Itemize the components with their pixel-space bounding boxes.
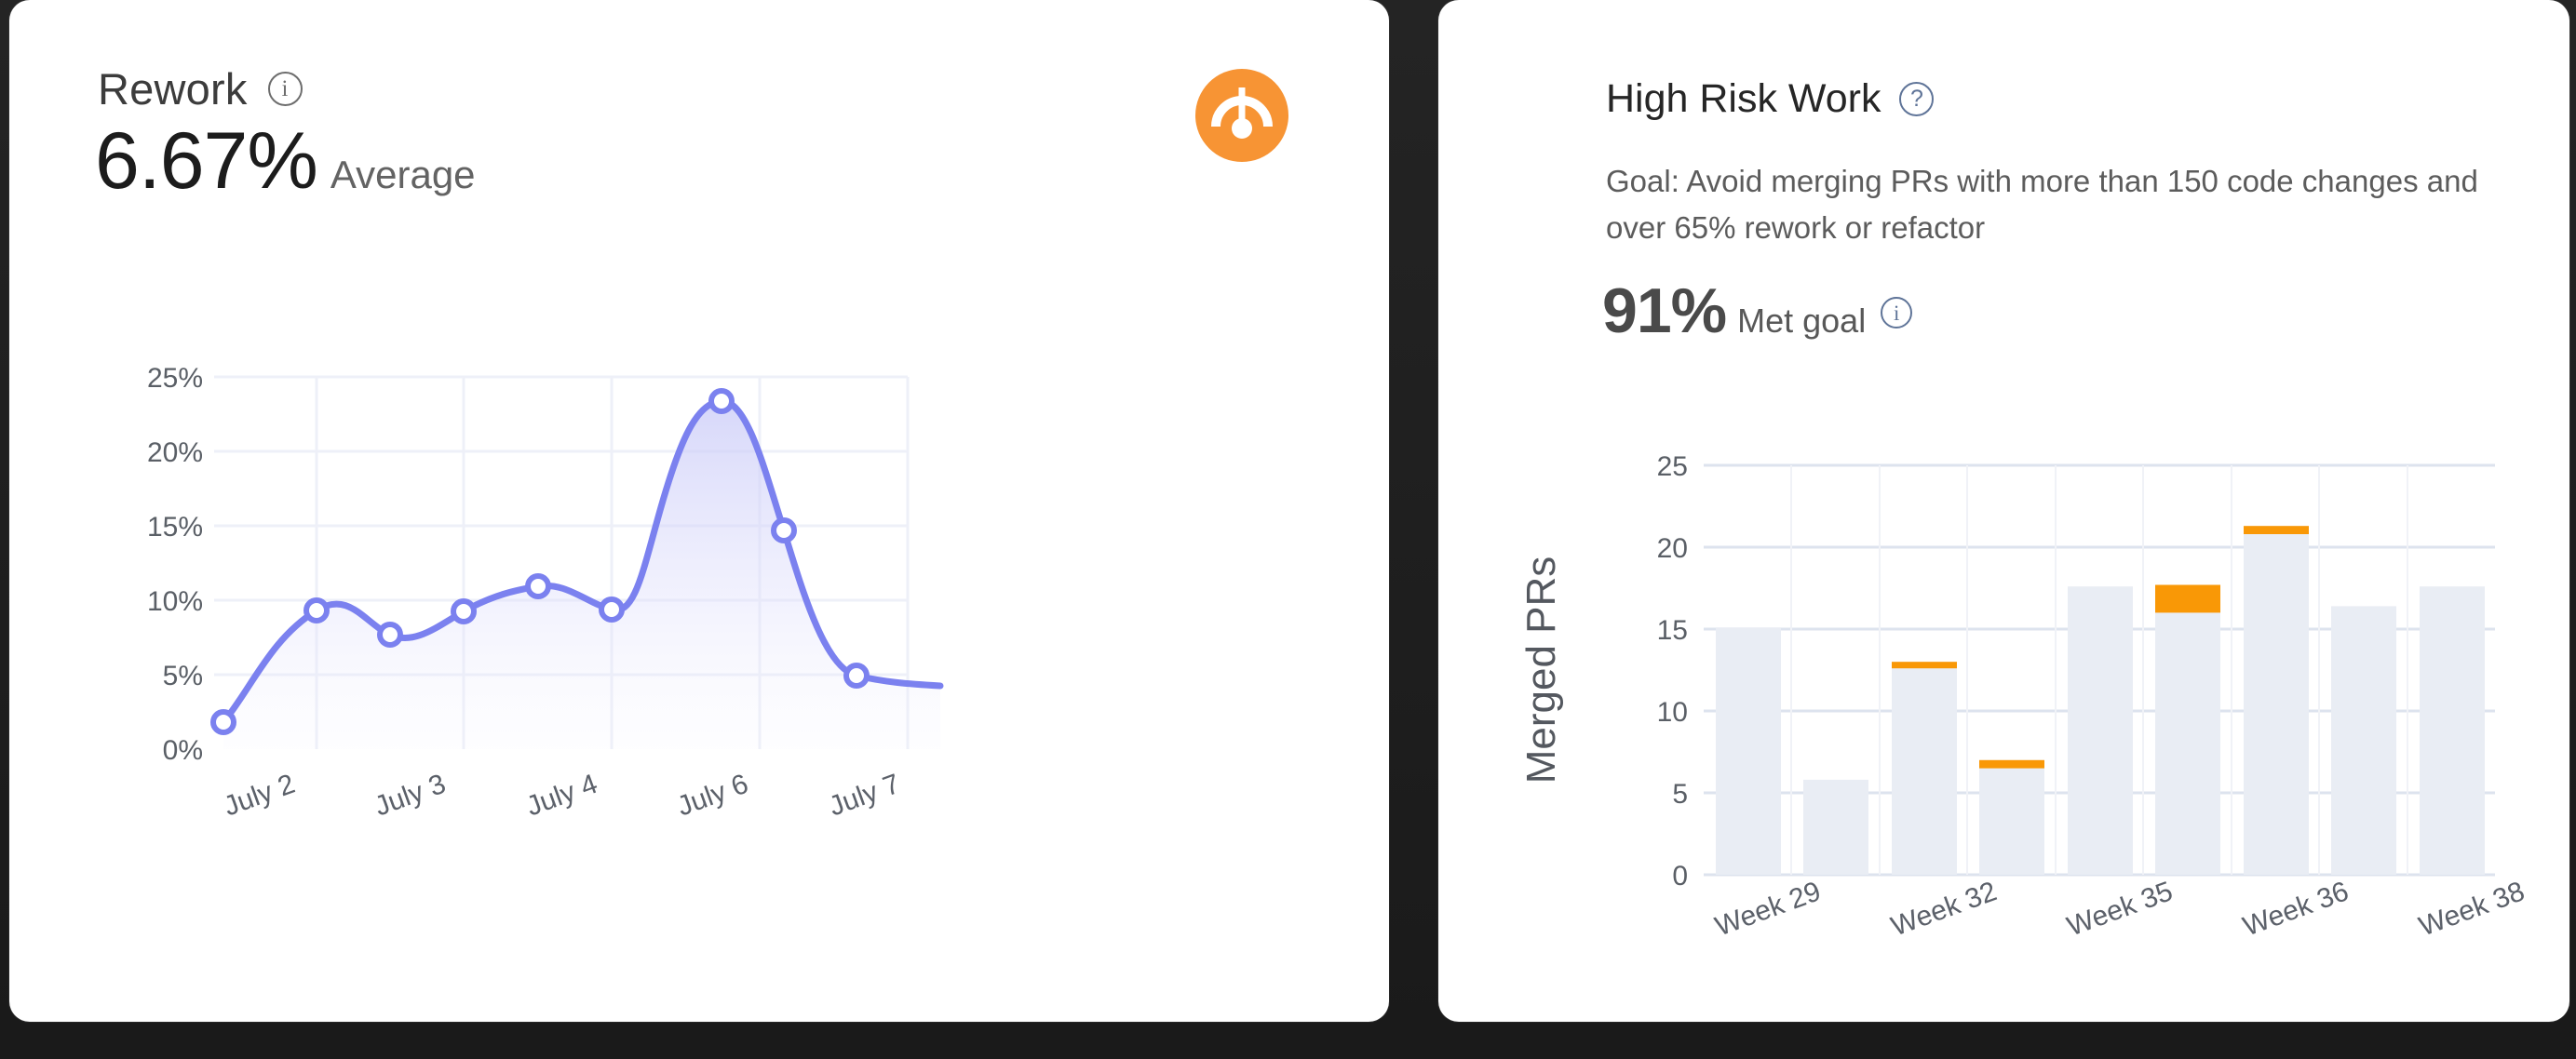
bar bbox=[2420, 586, 2485, 875]
rework-value-row: 6.67% Average bbox=[95, 121, 476, 201]
bar bbox=[2068, 586, 2133, 875]
data-point bbox=[599, 597, 625, 623]
data-point bbox=[451, 598, 477, 624]
svg-text:5%: 5% bbox=[163, 661, 203, 691]
high-risk-value-row: 91% Met goal i bbox=[1602, 275, 1913, 346]
bar bbox=[1979, 759, 2044, 875]
high-risk-value-suffix: Met goal bbox=[1737, 302, 1867, 340]
svg-text:15: 15 bbox=[1657, 615, 1688, 646]
data-point bbox=[303, 597, 330, 623]
bar bbox=[1803, 779, 1868, 875]
svg-text:25: 25 bbox=[1657, 451, 1688, 482]
high-risk-header: High Risk Work ? bbox=[1606, 76, 1935, 121]
high-risk-goal-text: Goal: Avoid merging PRs with more than 1… bbox=[1606, 164, 2478, 246]
y-axis-ticks: 25 20 15 10 5 0 bbox=[1657, 451, 1688, 891]
svg-text:July 4: July 4 bbox=[522, 769, 601, 823]
svg-text:10: 10 bbox=[1657, 697, 1688, 728]
dashboard-root: Rework i 6.67% Average 25% 20% 15% 10% 5… bbox=[0, 0, 2576, 1059]
high-risk-segment bbox=[1979, 759, 2044, 769]
data-point bbox=[708, 388, 735, 414]
high-risk-segment bbox=[2155, 584, 2220, 613]
rework-value: 6.67% bbox=[95, 116, 318, 206]
svg-text:July 7: July 7 bbox=[825, 769, 904, 823]
data-point bbox=[210, 709, 236, 735]
svg-text:0: 0 bbox=[1672, 861, 1688, 891]
svg-text:Week 29: Week 29 bbox=[1711, 876, 1825, 942]
info-icon[interactable]: i bbox=[267, 72, 303, 106]
high-risk-bar-chart[interactable]: Merged PRs 25 20 15 10 5 0 Week 29 Week … bbox=[1504, 409, 2537, 986]
svg-text:Week 38: Week 38 bbox=[2415, 876, 2529, 942]
rework-card: Rework i 6.67% Average 25% 20% 15% 10% 5… bbox=[9, 0, 1389, 1022]
bar-chart-y-axis-title: Merged PRs bbox=[1518, 556, 1564, 784]
svg-text:25%: 25% bbox=[147, 363, 203, 394]
x-axis-ticks: July 2 July 3 July 4 July 6 July 7 bbox=[220, 769, 904, 823]
svg-text:July 6: July 6 bbox=[673, 769, 752, 823]
svg-text:Week 32: Week 32 bbox=[1887, 876, 2001, 942]
high-risk-value: 91% bbox=[1602, 275, 1727, 346]
y-axis-ticks: 25% 20% 15% 10% 5% 0% bbox=[147, 363, 203, 766]
svg-text:Week 36: Week 36 bbox=[2239, 876, 2353, 942]
data-point bbox=[843, 663, 870, 689]
x-axis-ticks: Week 29 Week 32 Week 35 Week 36 Week 38 bbox=[1711, 876, 2529, 942]
bar bbox=[1892, 662, 1957, 875]
info-icon[interactable]: i bbox=[1881, 297, 1913, 328]
svg-text:15%: 15% bbox=[147, 512, 203, 543]
svg-text:July 2: July 2 bbox=[220, 769, 299, 823]
high-risk-segment bbox=[1892, 662, 1957, 669]
rework-line-chart[interactable]: 25% 20% 15% 10% 5% 0% July 2 July 3 July… bbox=[121, 358, 1322, 954]
svg-text:20%: 20% bbox=[147, 437, 203, 468]
rework-value-suffix: Average bbox=[330, 153, 476, 196]
data-point bbox=[377, 622, 403, 648]
gauge-icon bbox=[1195, 69, 1288, 162]
svg-text:5: 5 bbox=[1672, 779, 1688, 810]
high-risk-title: High Risk Work bbox=[1606, 76, 1881, 121]
svg-text:Week 35: Week 35 bbox=[2063, 876, 2177, 942]
area-fill bbox=[223, 400, 940, 749]
bar bbox=[1716, 627, 1781, 875]
bar bbox=[2244, 526, 2309, 875]
high-risk-card: High Risk Work ? Goal: Avoid merging PRs… bbox=[1438, 0, 2569, 1022]
rework-title: Rework bbox=[98, 64, 248, 114]
bar bbox=[2155, 584, 2220, 875]
bar bbox=[2331, 606, 2396, 875]
svg-text:10%: 10% bbox=[147, 586, 203, 617]
rework-header: Rework i bbox=[98, 67, 303, 111]
high-risk-segment bbox=[2244, 526, 2309, 534]
svg-text:20: 20 bbox=[1657, 533, 1688, 564]
data-point bbox=[525, 573, 551, 599]
svg-text:0%: 0% bbox=[163, 735, 203, 766]
data-point bbox=[771, 517, 797, 543]
bars-group[interactable] bbox=[1716, 526, 2485, 875]
svg-text:July 3: July 3 bbox=[371, 769, 450, 823]
question-icon[interactable]: ? bbox=[1899, 82, 1935, 116]
